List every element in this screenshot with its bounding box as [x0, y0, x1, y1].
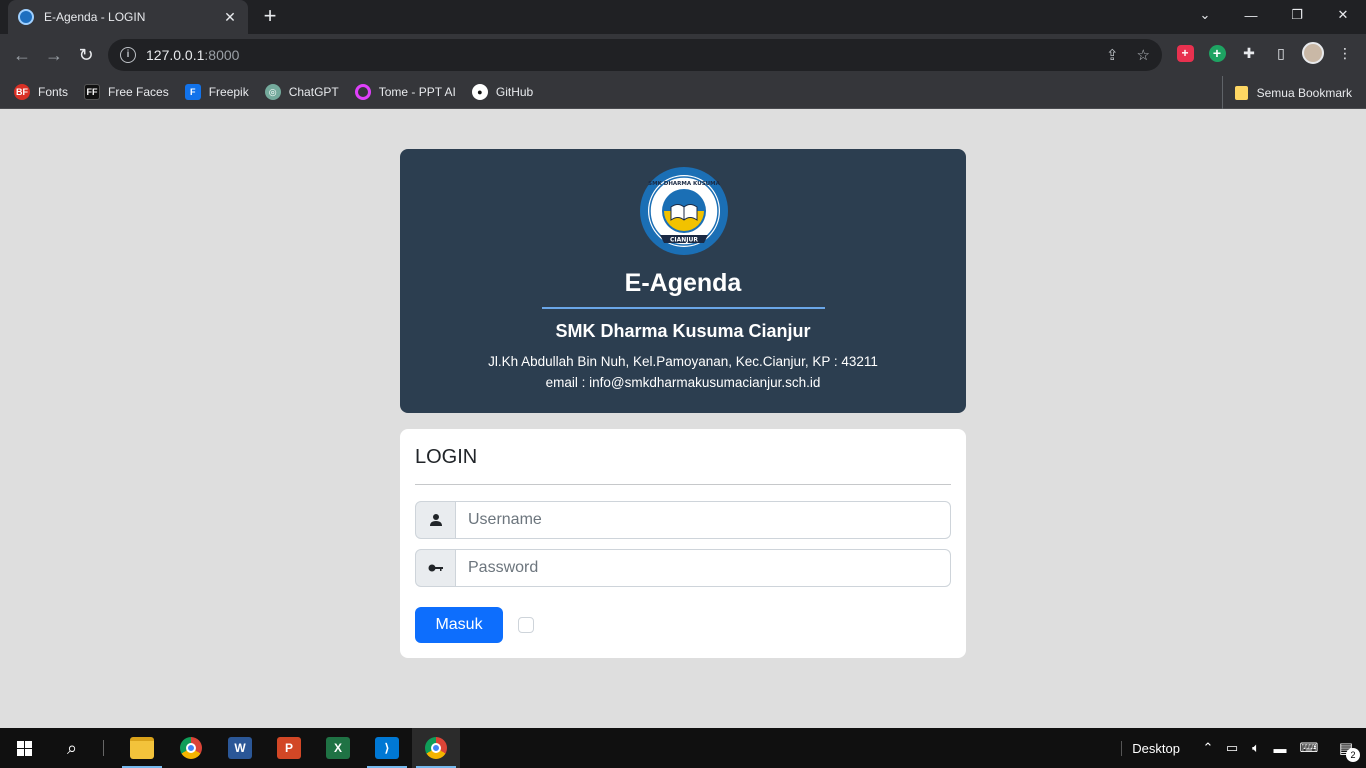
key-icon — [415, 549, 456, 587]
login-submit-button[interactable]: Masuk — [415, 607, 503, 643]
bookmark-label: ChatGPT — [288, 85, 339, 99]
freepik-icon: F — [184, 84, 201, 100]
window-controls: ⌄ — ❐ ✕ — [1182, 0, 1366, 34]
folder-icon — [130, 737, 154, 759]
url-port: :8000 — [204, 47, 240, 63]
file-explorer-app[interactable] — [118, 728, 166, 768]
close-window-button[interactable]: ✕ — [1320, 0, 1366, 30]
bookmark-star-icon[interactable]: ☆ — [1137, 46, 1150, 64]
reload-button[interactable]: ↻ — [72, 41, 100, 69]
bookmark-chatgpt[interactable]: ◎ ChatGPT — [264, 84, 339, 100]
chrome-profile-app[interactable] — [412, 728, 460, 768]
volume-icon[interactable]: 🔈︎ — [1244, 740, 1268, 756]
password-input-group — [415, 549, 951, 587]
profile-avatar[interactable] — [1302, 42, 1324, 64]
browser-toolbar: ← → ↻ i 127.0.0.1 :8000 ⇪ ☆ + + ✚ ▯ ⋮ — [0, 34, 1366, 76]
restore-button[interactable]: ❐ — [1274, 0, 1320, 30]
bookmark-label: GitHub — [495, 85, 534, 99]
username-input[interactable] — [456, 501, 951, 539]
browser-tab-strip: E-Agenda - LOGIN ✕ + ⌄ — ❐ ✕ — [0, 0, 1366, 34]
tab-title: E-Agenda - LOGIN — [44, 10, 146, 24]
battery-icon[interactable]: ▬ — [1268, 741, 1292, 756]
chrome-profile-icon — [425, 737, 447, 759]
back-button[interactable]: ← — [8, 41, 36, 69]
school-email: email : info@smkdharmakusumacianjur.sch.… — [545, 375, 821, 390]
logo-text-top: SMK DHARMA KUSUMA — [648, 181, 720, 187]
excel-icon: X — [326, 737, 350, 759]
login-divider — [415, 484, 951, 485]
browser-menu-icon[interactable]: ⋮ — [1334, 42, 1356, 64]
browser-tab[interactable]: E-Agenda - LOGIN ✕ — [8, 0, 248, 34]
word-app[interactable]: W — [216, 728, 264, 768]
app-title: E-Agenda — [624, 269, 742, 297]
search-icon[interactable]: ⌕ — [48, 728, 96, 768]
address-bar[interactable]: i 127.0.0.1 :8000 ⇪ ☆ — [108, 39, 1162, 71]
bookmark-label: Fonts — [38, 85, 69, 99]
logo-text-bottom: CIANJUR — [670, 237, 698, 244]
site-favicon-icon — [18, 9, 34, 25]
url-host: 127.0.0.1 — [146, 47, 205, 63]
show-hidden-icons-icon[interactable]: ⌃ — [1196, 740, 1220, 756]
title-divider — [542, 307, 825, 309]
excel-app[interactable]: X — [314, 728, 362, 768]
notification-center-button[interactable]: ▤ 2 — [1326, 728, 1366, 768]
login-card: LOGIN Masuk — [400, 429, 966, 658]
ff-icon: FF — [84, 84, 101, 100]
remember-checkbox[interactable] — [518, 617, 534, 633]
user-icon — [415, 501, 456, 539]
start-button[interactable] — [0, 728, 48, 768]
word-icon: W — [228, 737, 252, 759]
all-bookmarks-folder[interactable]: Semua Bookmark — [1221, 76, 1352, 109]
powerpoint-app[interactable]: P — [265, 728, 313, 768]
bookmarks-folder-label: Semua Bookmark — [1256, 85, 1352, 100]
bookmark-fonts[interactable]: BF Fonts — [14, 84, 68, 100]
bookmark-free-faces[interactable]: FF Free Faces — [84, 84, 169, 100]
chrome-icon — [180, 737, 202, 759]
tome-icon — [354, 84, 371, 100]
network-icon[interactable]: ▭ — [1220, 740, 1244, 756]
school-name: SMK Dharma Kusuma Cianjur — [555, 321, 811, 341]
new-tab-button[interactable]: + — [258, 5, 282, 29]
github-icon: ● — [471, 84, 488, 100]
bookmark-label: Free Faces — [108, 85, 169, 99]
forward-button[interactable]: → — [40, 41, 68, 69]
school-address: Jl.Kh Abdullah Bin Nuh, Kel.Pamoyanan, K… — [488, 354, 878, 369]
keyboard-icon[interactable]: ⌨︎ — [1292, 740, 1326, 756]
bookmark-github[interactable]: ● GitHub — [471, 84, 534, 100]
bookmarks-bar: BF Fonts FF Free Faces F Freepik ◎ ChatG… — [0, 76, 1366, 109]
extensions-puzzle-icon[interactable]: ✚ — [1238, 42, 1260, 64]
notification-count-badge: 2 — [1346, 748, 1360, 762]
system-tray: Desktop ⌃ ▭ 🔈︎ ▬ ⌨︎ ▤ 2 — [1121, 728, 1366, 768]
bookmark-label: Tome - PPT AI — [378, 85, 456, 99]
login-heading: LOGIN — [415, 446, 478, 468]
side-panel-icon[interactable]: ▯ — [1270, 42, 1292, 64]
extension-green-icon[interactable]: + — [1206, 42, 1228, 64]
school-logo: CIANJUR SMK DHARMA KUSUMA — [640, 167, 728, 255]
bf-icon: BF — [14, 84, 30, 100]
bookmark-tome[interactable]: Tome - PPT AI — [354, 84, 456, 100]
vscode-app[interactable]: ⟩ — [363, 728, 411, 768]
folder-icon — [1234, 85, 1248, 100]
tab-search-icon[interactable]: ⌄ — [1182, 0, 1228, 30]
school-header-card: CIANJUR SMK DHARMA KUSUMA E-Agenda SMK D… — [400, 149, 966, 413]
username-input-group — [415, 501, 951, 539]
desktop-toolbar-label[interactable]: Desktop — [1121, 740, 1190, 756]
vscode-icon: ⟩ — [375, 737, 399, 759]
bookmark-label: Freepik — [208, 85, 249, 99]
windows-logo-icon — [16, 740, 32, 756]
windows-taskbar: ⌕ W P X ⟩ Desktop ⌃ ▭ 🔈︎ ▬ ⌨︎ ▤ 2 — [0, 728, 1366, 768]
bookmark-freepik[interactable]: F Freepik — [184, 84, 249, 100]
powerpoint-icon: P — [277, 737, 301, 759]
extension-red-icon[interactable]: + — [1174, 42, 1196, 64]
password-input[interactable] — [456, 549, 951, 587]
extensions-area: + + ✚ ▯ ⋮ — [1174, 42, 1356, 64]
minimize-button[interactable]: — — [1228, 0, 1274, 30]
site-info-icon[interactable]: i — [120, 47, 136, 63]
chrome-app[interactable] — [167, 728, 215, 768]
chatgpt-icon: ◎ — [264, 84, 281, 100]
close-tab-icon[interactable]: ✕ — [222, 9, 238, 26]
share-icon[interactable]: ⇪ — [1106, 46, 1119, 64]
taskbar-separator — [103, 740, 104, 756]
